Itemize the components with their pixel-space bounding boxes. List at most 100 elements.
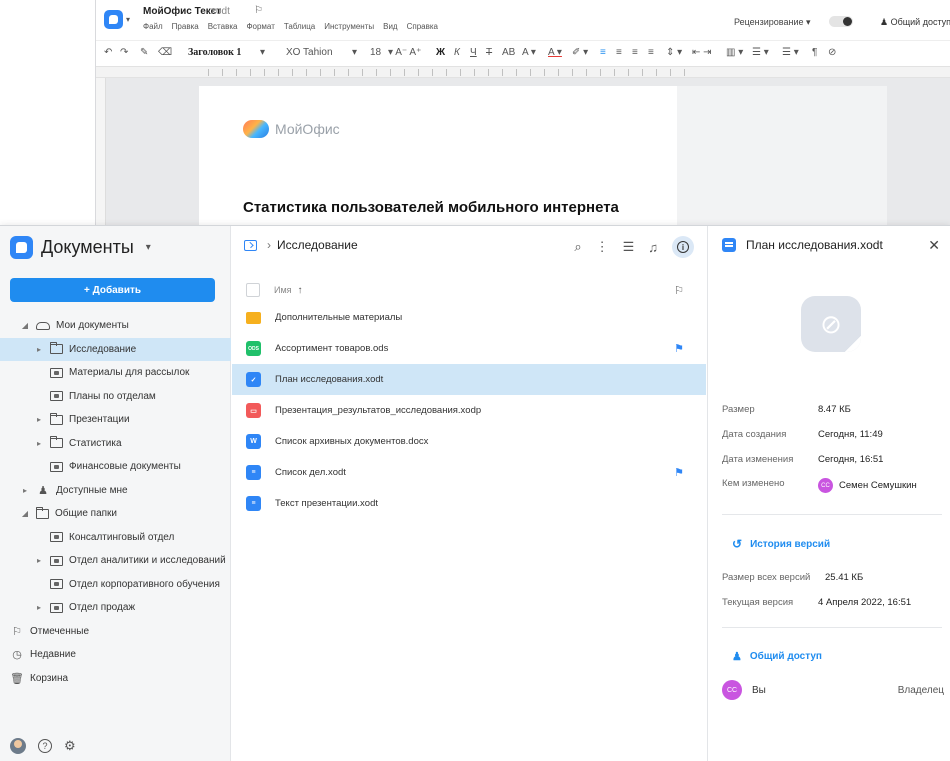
- sidebar-item[interactable]: ▸ Отдел аналитики и исследований: [0, 549, 231, 573]
- chevron-icon[interactable]: ◢: [20, 321, 30, 330]
- line-spacing-button[interactable]: ⇕ ▾: [666, 47, 682, 58]
- checkbox-checked-icon[interactable]: ✓: [246, 372, 261, 387]
- align-left-button[interactable]: ≡: [600, 47, 606, 58]
- sidebar-item[interactable]: ▸ Исследование: [0, 337, 231, 361]
- menu-help[interactable]: Справка: [407, 22, 438, 31]
- column-name[interactable]: Имя: [274, 285, 292, 295]
- font-select[interactable]: XO Tahion: [286, 47, 333, 58]
- chevron-icon[interactable]: ▸: [34, 439, 44, 448]
- sidebar-item[interactable]: ◢ Мои документы: [0, 314, 231, 338]
- bell-icon[interactable]: ♫: [648, 240, 658, 255]
- indent-button[interactable]: ⇤ ⇥: [692, 47, 712, 58]
- share-link[interactable]: ♟ Общий доступ: [732, 650, 822, 663]
- horizontal-ruler[interactable]: [96, 66, 950, 78]
- sidebar-item[interactable]: Финансовые документы: [0, 455, 231, 479]
- menu-format[interactable]: Формат: [246, 22, 274, 31]
- app-switcher[interactable]: Документы ▾: [10, 236, 151, 259]
- sidebar-item[interactable]: ◢ Общие папки: [0, 502, 231, 526]
- help-icon[interactable]: ?: [38, 739, 52, 753]
- chevron-icon[interactable]: ◢: [20, 509, 30, 518]
- italic-button[interactable]: К: [454, 47, 460, 58]
- more-icon[interactable]: ⋮: [596, 239, 609, 255]
- file-row[interactable]: Дополнительные материалы: [232, 302, 706, 333]
- columns-button[interactable]: ▥ ▾: [726, 47, 743, 58]
- vertical-ruler[interactable]: [96, 78, 106, 240]
- sidebar-item[interactable]: 🗑 Корзина: [0, 667, 231, 691]
- arrow-up-icon[interactable]: ↑: [298, 285, 303, 296]
- add-button[interactable]: + Добавить: [10, 278, 215, 302]
- pilcrow-icon[interactable]: ¶: [812, 47, 817, 58]
- bullets-button[interactable]: ☰ ▾: [752, 47, 769, 58]
- chevron-icon[interactable]: ▸: [34, 556, 44, 565]
- text-effects-button[interactable]: A ▾: [522, 47, 536, 58]
- sidebar-item[interactable]: ▸ ♟ Доступные мне: [0, 479, 231, 503]
- numbering-button[interactable]: ☰ ▾: [782, 47, 799, 58]
- file-row[interactable]: W Список архивных документов.docx: [232, 426, 706, 457]
- file-row[interactable]: ≡ Список дел.xodt ⚑: [232, 457, 706, 488]
- close-icon[interactable]: ✕: [928, 237, 940, 254]
- select-all-checkbox[interactable]: [246, 283, 260, 297]
- format-painter-icon[interactable]: ✎: [140, 47, 148, 58]
- undo-icon[interactable]: ↶: [104, 47, 112, 58]
- sidebar-item[interactable]: ▸ Презентации: [0, 408, 231, 432]
- strike-button[interactable]: Т: [486, 47, 492, 58]
- document-page[interactable]: МойОфис Статистика пользователей мобильн…: [199, 86, 677, 240]
- caps-button[interactable]: AB: [502, 47, 515, 58]
- flag-icon[interactable]: ⚑: [674, 466, 684, 479]
- folder-up-icon[interactable]: [244, 239, 257, 251]
- menu-table[interactable]: Таблица: [284, 22, 315, 31]
- sidebar-item[interactable]: Консалтинговый отдел: [0, 526, 231, 550]
- menu-view[interactable]: Вид: [383, 22, 397, 31]
- align-center-button[interactable]: ≡: [616, 47, 622, 58]
- clock-icon: ◷: [12, 649, 22, 662]
- sidebar-item[interactable]: ◷ Недавние: [0, 643, 231, 667]
- owner-name: Вы: [752, 684, 766, 696]
- flag-icon[interactable]: ⚑: [674, 342, 684, 355]
- underline-button[interactable]: Ч: [470, 47, 477, 58]
- chevron-down-icon[interactable]: ▾: [126, 15, 130, 24]
- editor-share-button[interactable]: ♟ Общий доступ: [880, 17, 950, 28]
- chevron-icon[interactable]: ▸: [20, 486, 30, 495]
- avatar[interactable]: [10, 738, 26, 754]
- info-button[interactable]: i: [672, 236, 694, 258]
- flag-icon[interactable]: ⚐: [254, 5, 263, 16]
- sidebar-item[interactable]: ⚐ Отмеченные: [0, 620, 231, 644]
- editor-logo-icon[interactable]: [104, 10, 123, 29]
- bold-button[interactable]: Ж: [436, 47, 445, 58]
- file-row[interactable]: ✓ План исследования.xodt: [232, 364, 706, 395]
- file-row[interactable]: ▭ Презентация_результатов_исследования.xo…: [232, 395, 706, 426]
- review-dropdown[interactable]: Рецензирование ▾: [734, 17, 811, 28]
- font-size-select[interactable]: 18: [370, 47, 381, 58]
- version-history-link[interactable]: ↺ История версий: [732, 537, 830, 551]
- chevron-icon[interactable]: ▸: [34, 603, 44, 612]
- chevron-down-icon[interactable]: ▾: [352, 47, 357, 58]
- font-size-controls[interactable]: ▾ A⁻ A⁺: [388, 47, 421, 58]
- file-row[interactable]: ODS Ассортимент товаров.ods ⚑: [232, 333, 706, 364]
- sidebar-item[interactable]: Планы по отделам: [0, 385, 231, 409]
- chevron-icon[interactable]: ▸: [34, 415, 44, 424]
- justify-button[interactable]: ≡: [648, 47, 654, 58]
- style-select[interactable]: Заголовок 1: [188, 47, 241, 58]
- menu-file[interactable]: Файл: [143, 22, 163, 31]
- chevron-icon[interactable]: ▸: [34, 345, 44, 354]
- text-color-button[interactable]: A ▾: [548, 47, 562, 58]
- menu-insert[interactable]: Вставка: [208, 22, 238, 31]
- sidebar-item[interactable]: Материалы для рассылок: [0, 361, 231, 385]
- clear-format-icon[interactable]: ⌫: [158, 47, 172, 58]
- sidebar-item[interactable]: ▸ Отдел продаж: [0, 596, 231, 620]
- menu-tools[interactable]: Инструменты: [324, 22, 374, 31]
- editor-share-label: Общий доступ: [890, 17, 950, 27]
- menu-edit[interactable]: Правка: [172, 22, 199, 31]
- redo-icon[interactable]: ↷: [120, 47, 128, 58]
- file-row[interactable]: ≡ Текст презентации.xodt: [232, 488, 706, 519]
- align-right-button[interactable]: ≡: [632, 47, 638, 58]
- gear-icon[interactable]: ⚙: [64, 738, 76, 754]
- sort-list-icon[interactable]: ☰: [623, 239, 635, 255]
- highlight-button[interactable]: ✐ ▾: [572, 47, 588, 58]
- search-icon[interactable]: ⌕: [574, 239, 581, 255]
- review-toggle[interactable]: [829, 16, 853, 27]
- chevron-down-icon[interactable]: ▾: [260, 47, 265, 58]
- sidebar-item[interactable]: ▸ Статистика: [0, 432, 231, 456]
- link-icon[interactable]: ⊘: [828, 47, 836, 58]
- sidebar-item[interactable]: Отдел корпоративного обучения: [0, 573, 231, 597]
